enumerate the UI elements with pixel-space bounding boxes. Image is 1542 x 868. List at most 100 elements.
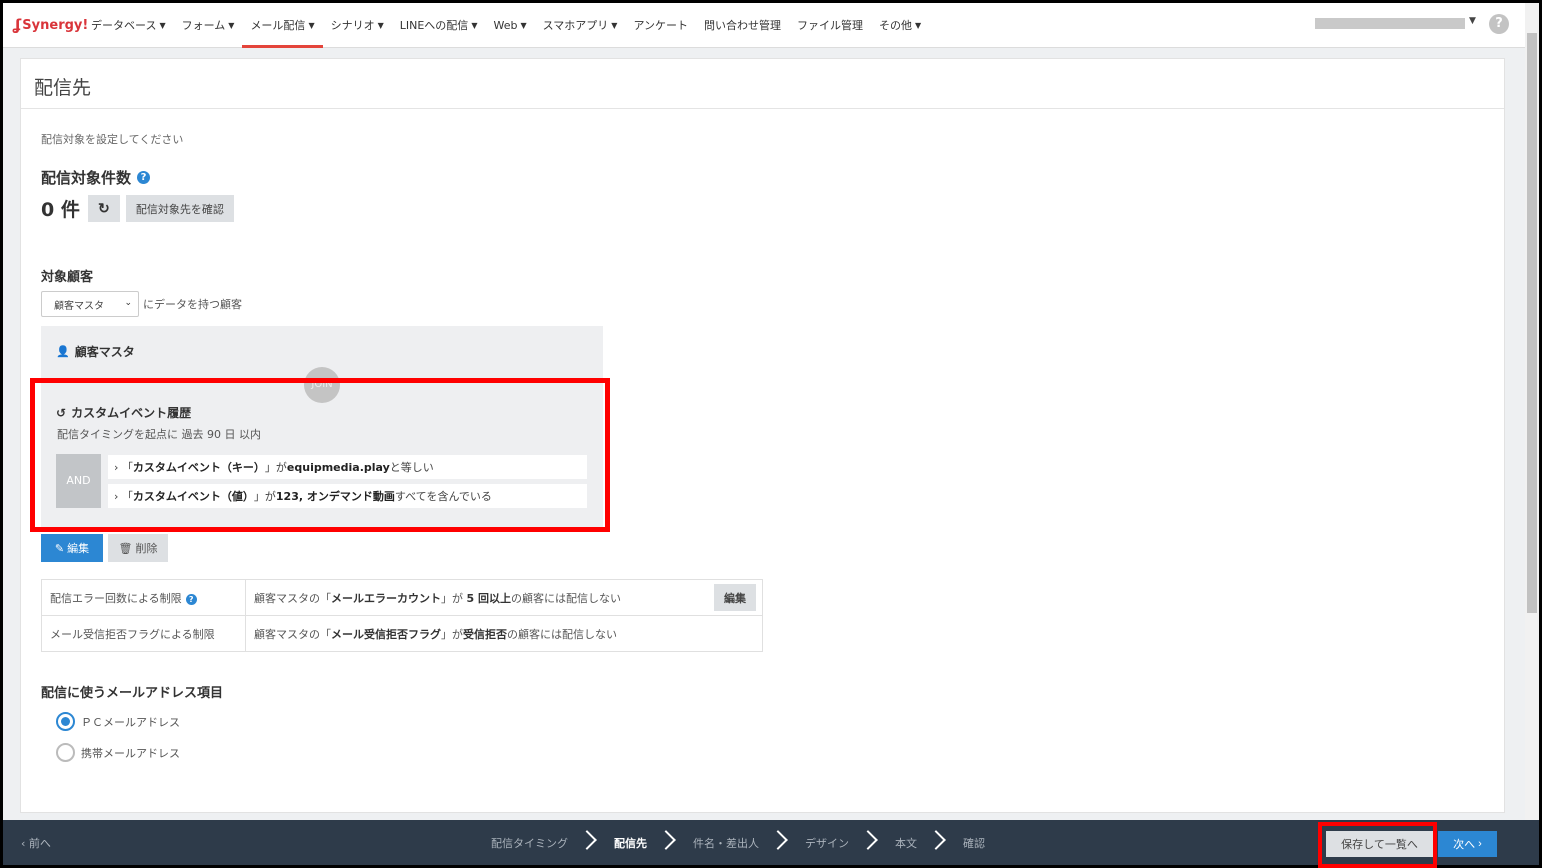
next-label: 次へ xyxy=(1453,839,1476,851)
pencil-icon: ✎ xyxy=(54,542,68,555)
refresh-button[interactable]: ↻ xyxy=(87,195,120,222)
step-subject[interactable]: 件名・差出人 xyxy=(693,835,759,851)
nav-label: Web xyxy=(493,18,518,32)
caret-down-icon: ▼ xyxy=(308,20,315,30)
delete-label: 削除 xyxy=(135,543,158,555)
caret-down-icon: ▼ xyxy=(471,20,478,30)
chevron-right-icon: › xyxy=(1475,838,1482,850)
nav-label: フォーム xyxy=(181,19,226,32)
target-suffix: にデータを持つ顧客 xyxy=(143,298,242,311)
step-destination[interactable]: 配信先 xyxy=(614,835,647,851)
radio-mobile-address[interactable]: 携帯メールアドレス xyxy=(56,743,180,762)
target-select[interactable]: 顧客マスタ ⌄ xyxy=(41,291,139,317)
limit-threshold: 5 回以上 xyxy=(466,591,511,605)
chevron-right-icon xyxy=(576,820,606,865)
edit-limit-button[interactable]: 編集 xyxy=(714,584,756,611)
user-menu[interactable] xyxy=(1315,18,1465,29)
nav-label: その他 xyxy=(879,19,912,32)
user-caret-down-icon[interactable]: ▼ xyxy=(1469,16,1476,26)
count-row: 0 件 ↻ 配信対象先を確認 xyxy=(41,195,234,222)
delete-condition-button[interactable]: 🗑 削除 xyxy=(108,534,168,562)
logo-swirl-icon: ʆ xyxy=(13,16,22,34)
limit-label: 配信エラー回数による制限? xyxy=(41,579,246,616)
chevron-right-icon xyxy=(655,820,685,865)
target-row: 顧客マスタ ⌄ にデータを持つ顧客 xyxy=(41,291,242,317)
nav-item-survey[interactable]: アンケート xyxy=(625,3,696,48)
step-timing[interactable]: 配信タイミング xyxy=(491,835,568,851)
limit-value: 顧客マスタの「メール受信拒否フラグ」が受信拒否の顧客には配信しない xyxy=(245,615,763,652)
count-title: 配信対象件数 ? xyxy=(41,167,151,188)
target-title: 対象顧客 xyxy=(41,270,94,285)
question-circle-icon[interactable]: ? xyxy=(1489,14,1509,34)
limit-text: の顧客には配信しない xyxy=(510,591,621,605)
logo[interactable]: ʆ Synergy! xyxy=(3,16,88,34)
table-row: 配信エラー回数による制限? 顧客マスタの「メールエラーカウント」が 5 回以上の… xyxy=(41,579,763,616)
radio-unselected[interactable] xyxy=(56,743,75,762)
step-confirm[interactable]: 確認 xyxy=(963,835,985,851)
chevron-right-icon xyxy=(767,820,797,865)
radio-label: ＰＣメールアドレス xyxy=(81,715,180,729)
logo-text: Synergy! xyxy=(22,17,89,33)
nav-item-scenario[interactable]: シナリオ ▼ xyxy=(323,3,392,48)
chevron-down-icon: ⌄ xyxy=(124,298,132,308)
nav-items: データベース ▼ フォーム ▼ メール配信 ▼ シナリオ ▼ LINEへの配信 ▼ Web… xyxy=(83,3,929,48)
radio-selected[interactable] xyxy=(56,712,75,731)
limit-threshold: 受信拒否 xyxy=(463,627,507,641)
limit-text: の顧客には配信しない xyxy=(507,627,617,641)
help-icon[interactable]: ? xyxy=(137,171,151,184)
nav-label: 問い合わせ管理 xyxy=(704,19,781,32)
chevron-left-icon: ‹ xyxy=(21,837,29,850)
nav-label: データベース xyxy=(91,19,157,32)
step-body[interactable]: 本文 xyxy=(895,835,917,851)
edit-condition-button[interactable]: ✎ 編集 xyxy=(41,534,103,562)
prev-label: 前へ xyxy=(28,837,51,850)
trash-icon: 🗑 xyxy=(118,542,136,555)
caret-down-icon: ▼ xyxy=(915,20,922,30)
caret-down-icon: ▼ xyxy=(228,20,235,30)
limit-text: 」が xyxy=(441,591,467,605)
address-title: 配信に使うメールアドレス項目 xyxy=(41,686,224,701)
radio-pc-address[interactable]: ＰＣメールアドレス xyxy=(56,712,180,731)
chevron-right-icon xyxy=(857,820,887,865)
nav-item-database[interactable]: データベース ▼ xyxy=(83,3,174,48)
count-value: 0 件 xyxy=(41,199,80,221)
master-label: 👤 顧客マスタ xyxy=(56,343,135,360)
nav-label: シナリオ xyxy=(330,19,375,32)
caret-down-icon: ▼ xyxy=(159,20,166,30)
target-select-value: 顧客マスタ xyxy=(54,300,104,312)
limit-label-text: 配信エラー回数による制限 xyxy=(50,591,182,605)
nav-item-other[interactable]: その他 ▼ xyxy=(871,3,929,48)
prev-button[interactable]: ‹ 前へ xyxy=(21,835,51,851)
limit-label: メール受信拒否フラグによる制限 xyxy=(41,615,246,652)
caret-down-icon: ▼ xyxy=(377,20,384,30)
nav-label: アンケート xyxy=(633,19,688,32)
count-title-text: 配信対象件数 xyxy=(41,169,132,187)
table-row: メール受信拒否フラグによる制限 顧客マスタの「メール受信拒否フラグ」が受信拒否の… xyxy=(41,615,763,652)
highlight-condition-box xyxy=(30,378,610,532)
nav-item-mail-delivery[interactable]: メール配信 ▼ xyxy=(242,3,323,48)
nav-item-inquiry[interactable]: 問い合わせ管理 xyxy=(696,3,789,48)
radio-label: 携帯メールアドレス xyxy=(81,746,180,760)
nav-item-line[interactable]: LINEへの配信 ▼ xyxy=(392,3,486,48)
nav-label: メール配信 xyxy=(250,19,306,32)
nav-item-web[interactable]: Web ▼ xyxy=(485,3,534,48)
limit-field: メール受信拒否フラグ xyxy=(331,627,441,641)
delivery-limits-table: 配信エラー回数による制限? 顧客マスタの「メールエラーカウント」が 5 回以上の… xyxy=(41,579,763,652)
chevron-right-icon xyxy=(925,820,955,865)
limit-value: 顧客マスタの「メールエラーカウント」が 5 回以上の顧客には配信しない 編集 xyxy=(245,579,763,616)
nav-item-smartphone-app[interactable]: スマホアプリ ▼ xyxy=(535,3,626,48)
bottom-step-bar: ‹ 前へ 配信タイミング 配信先 件名・差出人 デザイン 本文 確認 保存して一… xyxy=(3,820,1539,865)
nav-item-file[interactable]: ファイル管理 xyxy=(789,3,871,48)
vertical-scrollbar[interactable] xyxy=(1525,3,1539,820)
next-button[interactable]: 次へ › xyxy=(1438,831,1497,857)
confirm-targets-button[interactable]: 配信対象先を確認 xyxy=(125,195,234,222)
limit-field: メールエラーカウント xyxy=(331,591,441,605)
refresh-icon: ↻ xyxy=(97,200,110,216)
step-design[interactable]: デザイン xyxy=(805,835,849,851)
caret-down-icon: ▼ xyxy=(520,20,527,30)
scrollbar-thumb[interactable] xyxy=(1527,33,1537,613)
help-icon[interactable]: ? xyxy=(185,593,197,605)
nav-item-form[interactable]: フォーム ▼ xyxy=(174,3,243,48)
nav-label: ファイル管理 xyxy=(797,19,863,32)
nav-label: スマホアプリ xyxy=(542,19,609,32)
